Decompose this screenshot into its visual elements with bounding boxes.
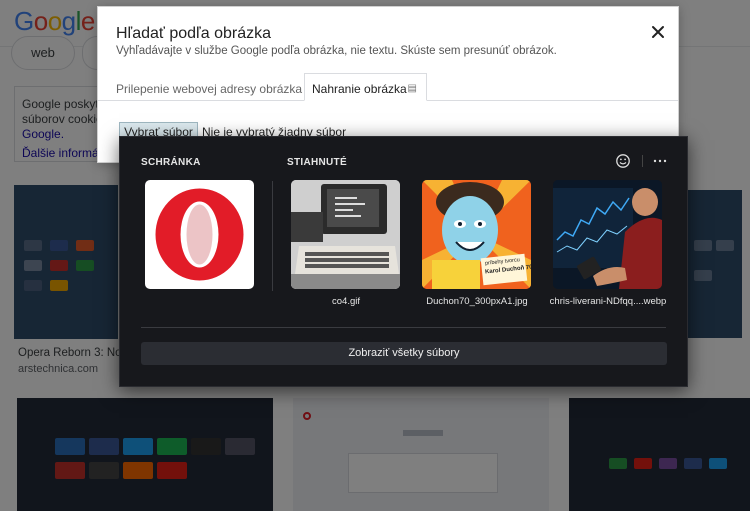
close-icon[interactable] — [649, 23, 667, 41]
download-filename: Duchon70_300pxA1.jpg — [426, 296, 528, 307]
download-item-chris-liverani-webp[interactable] — [553, 180, 662, 289]
upload-icon: ▤ — [407, 83, 417, 94]
tab-paste-image-url[interactable]: Prilepenie webovej adresy obrázka — [116, 82, 302, 96]
clipboard-item-opera-logo[interactable] — [145, 180, 254, 289]
computer-image-icon — [291, 180, 400, 289]
stock-chart-photo-icon — [553, 180, 662, 289]
download-filename: chris-liverani-NDfqq....webp — [549, 296, 667, 307]
dialog-subtitle: Vyhľadávajte v službe Google podľa obráz… — [116, 45, 557, 57]
portrait-poster-icon — [422, 180, 531, 289]
download-filename: co4.gif — [332, 296, 360, 307]
clipboard-section-label: SCHRÁNKA — [141, 157, 201, 168]
toolbar-separator — [642, 155, 643, 167]
download-item-co4-gif[interactable] — [291, 180, 400, 289]
opera-logo-icon — [155, 188, 244, 281]
opera-file-picker-popup: SCHRÁNKA STIAHNUTÉ co4.gif príbehy tvorc… — [119, 136, 688, 387]
popup-divider — [141, 327, 666, 328]
tab-upload-image[interactable]: Nahranie obrázka ▤ — [304, 73, 427, 101]
emoji-icon[interactable] — [615, 153, 631, 169]
show-all-files-button[interactable]: Zobraziť všetky súbory — [141, 342, 667, 365]
downloads-section-label: STIAHNUTÉ — [287, 157, 347, 168]
download-item-duchon-jpg[interactable]: príbehy tvorcu Karol Duchoň 70 — [422, 180, 531, 289]
dialog-title: Hľadať podľa obrázka — [116, 25, 271, 42]
tab-upload-label: Nahranie obrázka — [312, 82, 407, 96]
more-options-icon[interactable] — [652, 153, 668, 169]
section-divider — [272, 181, 273, 291]
